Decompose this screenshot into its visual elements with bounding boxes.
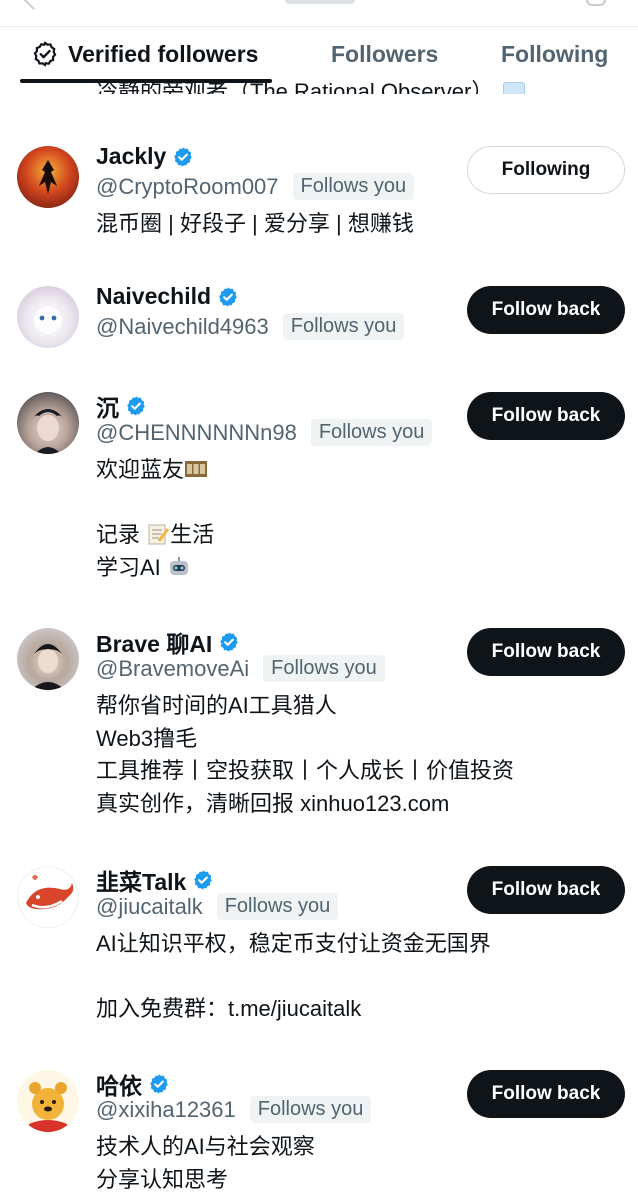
follows-you-badge: Follows you (282, 313, 405, 340)
user-handle: @CHENNNNNNn98 Follows you (96, 419, 433, 446)
user-name[interactable]: 沉 (96, 389, 147, 423)
bio-line: Web3撸毛 (96, 725, 198, 751)
user-bio: 欢迎蓝友 记录 生活 学习AI (96, 454, 214, 584)
follow-back-button[interactable]: Follow back (467, 866, 625, 914)
bio-line: 加入免费群：t.me/jiucaitalk (96, 996, 362, 1021)
top-header-strip (0, 0, 638, 27)
avatar[interactable] (17, 866, 79, 928)
follow-back-button[interactable]: Follow back (467, 286, 625, 334)
user-name[interactable]: Jackly (96, 143, 194, 170)
follow-back-button[interactable]: Follow back (467, 628, 625, 676)
robot-icon (169, 556, 188, 575)
avatar[interactable] (17, 146, 79, 208)
bio-line: 欢迎蓝友 (96, 457, 185, 482)
user-handle: @jiucaitalk Follows you (96, 893, 339, 920)
follows-you-badge: Follows you (292, 173, 415, 200)
follows-you-badge: Follows you (216, 893, 339, 920)
user-name-text: Jackly (96, 143, 167, 169)
bio-line: 真实创作，清晰回报 xinhuo123.com (96, 790, 450, 816)
bio-line: 工具推荐丨空投获取丨个人成长丨价值投资 (96, 758, 515, 783)
tab-following-label: Following (501, 40, 609, 67)
verified-badge-icon (150, 1074, 168, 1094)
user-name[interactable]: Naivechild (96, 283, 239, 310)
avatar[interactable] (17, 286, 79, 348)
film-frames-icon (185, 461, 208, 477)
add-user-icon[interactable] (586, 0, 606, 6)
bio-line: 分享认知思考 (96, 1166, 229, 1192)
following-button[interactable]: Following (467, 146, 625, 194)
bio-line: 技术人的AI与社会观察 (96, 1134, 315, 1159)
user-name-text: Brave 聊AI (96, 631, 213, 657)
avatar[interactable] (17, 1070, 79, 1132)
verified-badge-icon (127, 396, 145, 416)
header-title-placeholder (285, 0, 355, 4)
bio-line: AI让知识平权，稳定币支付让资金无国界 (96, 931, 491, 956)
bio-line: 帮你省时间的AI工具猎人 (96, 693, 337, 718)
cutoff-bio-text: 冷静的旁观者（The Rational Observer） (96, 79, 494, 94)
follows-you-badge: Follows you (249, 1096, 372, 1123)
user-handle: @Naivechild4963 Follows you (96, 313, 405, 340)
avatar[interactable] (17, 628, 79, 690)
user-name-text: Naivechild (96, 283, 212, 309)
bio-line: 记录 (96, 522, 141, 547)
user-handle-text: @xixiha12361 (96, 1096, 236, 1122)
user-bio: 混币圈 | 好段子 | 爱分享 | 想赚钱 (96, 208, 414, 241)
bio-line-suffix: 生活 (170, 522, 215, 547)
verified-badge-icon (219, 286, 237, 307)
memo-icon (148, 524, 170, 545)
tab-followers-label: Followers (331, 40, 439, 67)
verified-badge-icon (220, 632, 239, 652)
user-name[interactable]: Brave 聊AI (96, 625, 240, 659)
user-handle: @CryptoRoom007 Follows you (96, 173, 415, 200)
user-name-text: 韭菜Talk (96, 869, 187, 895)
user-bio: AI让知识平权，稳定币支付让资金无国界 加入免费群：t.me/jiucaital… (96, 928, 491, 1026)
user-bio: 帮你省时间的AI工具猎人 Web3撸毛 工具推荐丨空投获取丨个人成长丨价值投资 … (96, 690, 514, 820)
user-name-text: 沉 (96, 395, 119, 421)
user-handle-text: @CryptoRoom007 (96, 173, 279, 199)
user-name[interactable]: 韭菜Talk (96, 863, 214, 897)
follows-you-badge: Follows you (310, 419, 433, 446)
ice-cube-icon (503, 82, 526, 94)
user-handle: @BravemoveAi Follows you (96, 655, 385, 682)
follow-back-button[interactable]: Follow back (467, 1070, 625, 1118)
back-arrow-icon[interactable] (22, 0, 42, 10)
user-handle-text: @Naivechild4963 (96, 313, 269, 339)
follows-you-badge: Follows you (263, 655, 385, 682)
verified-check-icon (33, 41, 57, 67)
follow-back-button[interactable]: Follow back (467, 392, 625, 440)
user-handle-text: @CHENNNNNNn98 (96, 419, 297, 445)
user-bio: 技术人的AI与社会观察 分享认知思考 (96, 1131, 315, 1196)
verified-badge-icon (174, 146, 193, 167)
bio-line: 混币圈 | 好段子 | 爱分享 | 想赚钱 (96, 211, 414, 236)
verified-badge-icon (194, 870, 213, 890)
tab-verified-followers-label: Verified followers (68, 40, 259, 67)
previous-user-bio-cutoff: 冷静的旁观者（The Rational Observer） (96, 68, 526, 94)
bio-line: 学习AI (96, 554, 161, 580)
user-handle: @xixiha12361 Follows you (96, 1096, 372, 1123)
user-handle-text: @BravemoveAi (96, 655, 250, 681)
avatar[interactable] (17, 392, 79, 454)
user-handle-text: @jiucaitalk (96, 893, 203, 919)
